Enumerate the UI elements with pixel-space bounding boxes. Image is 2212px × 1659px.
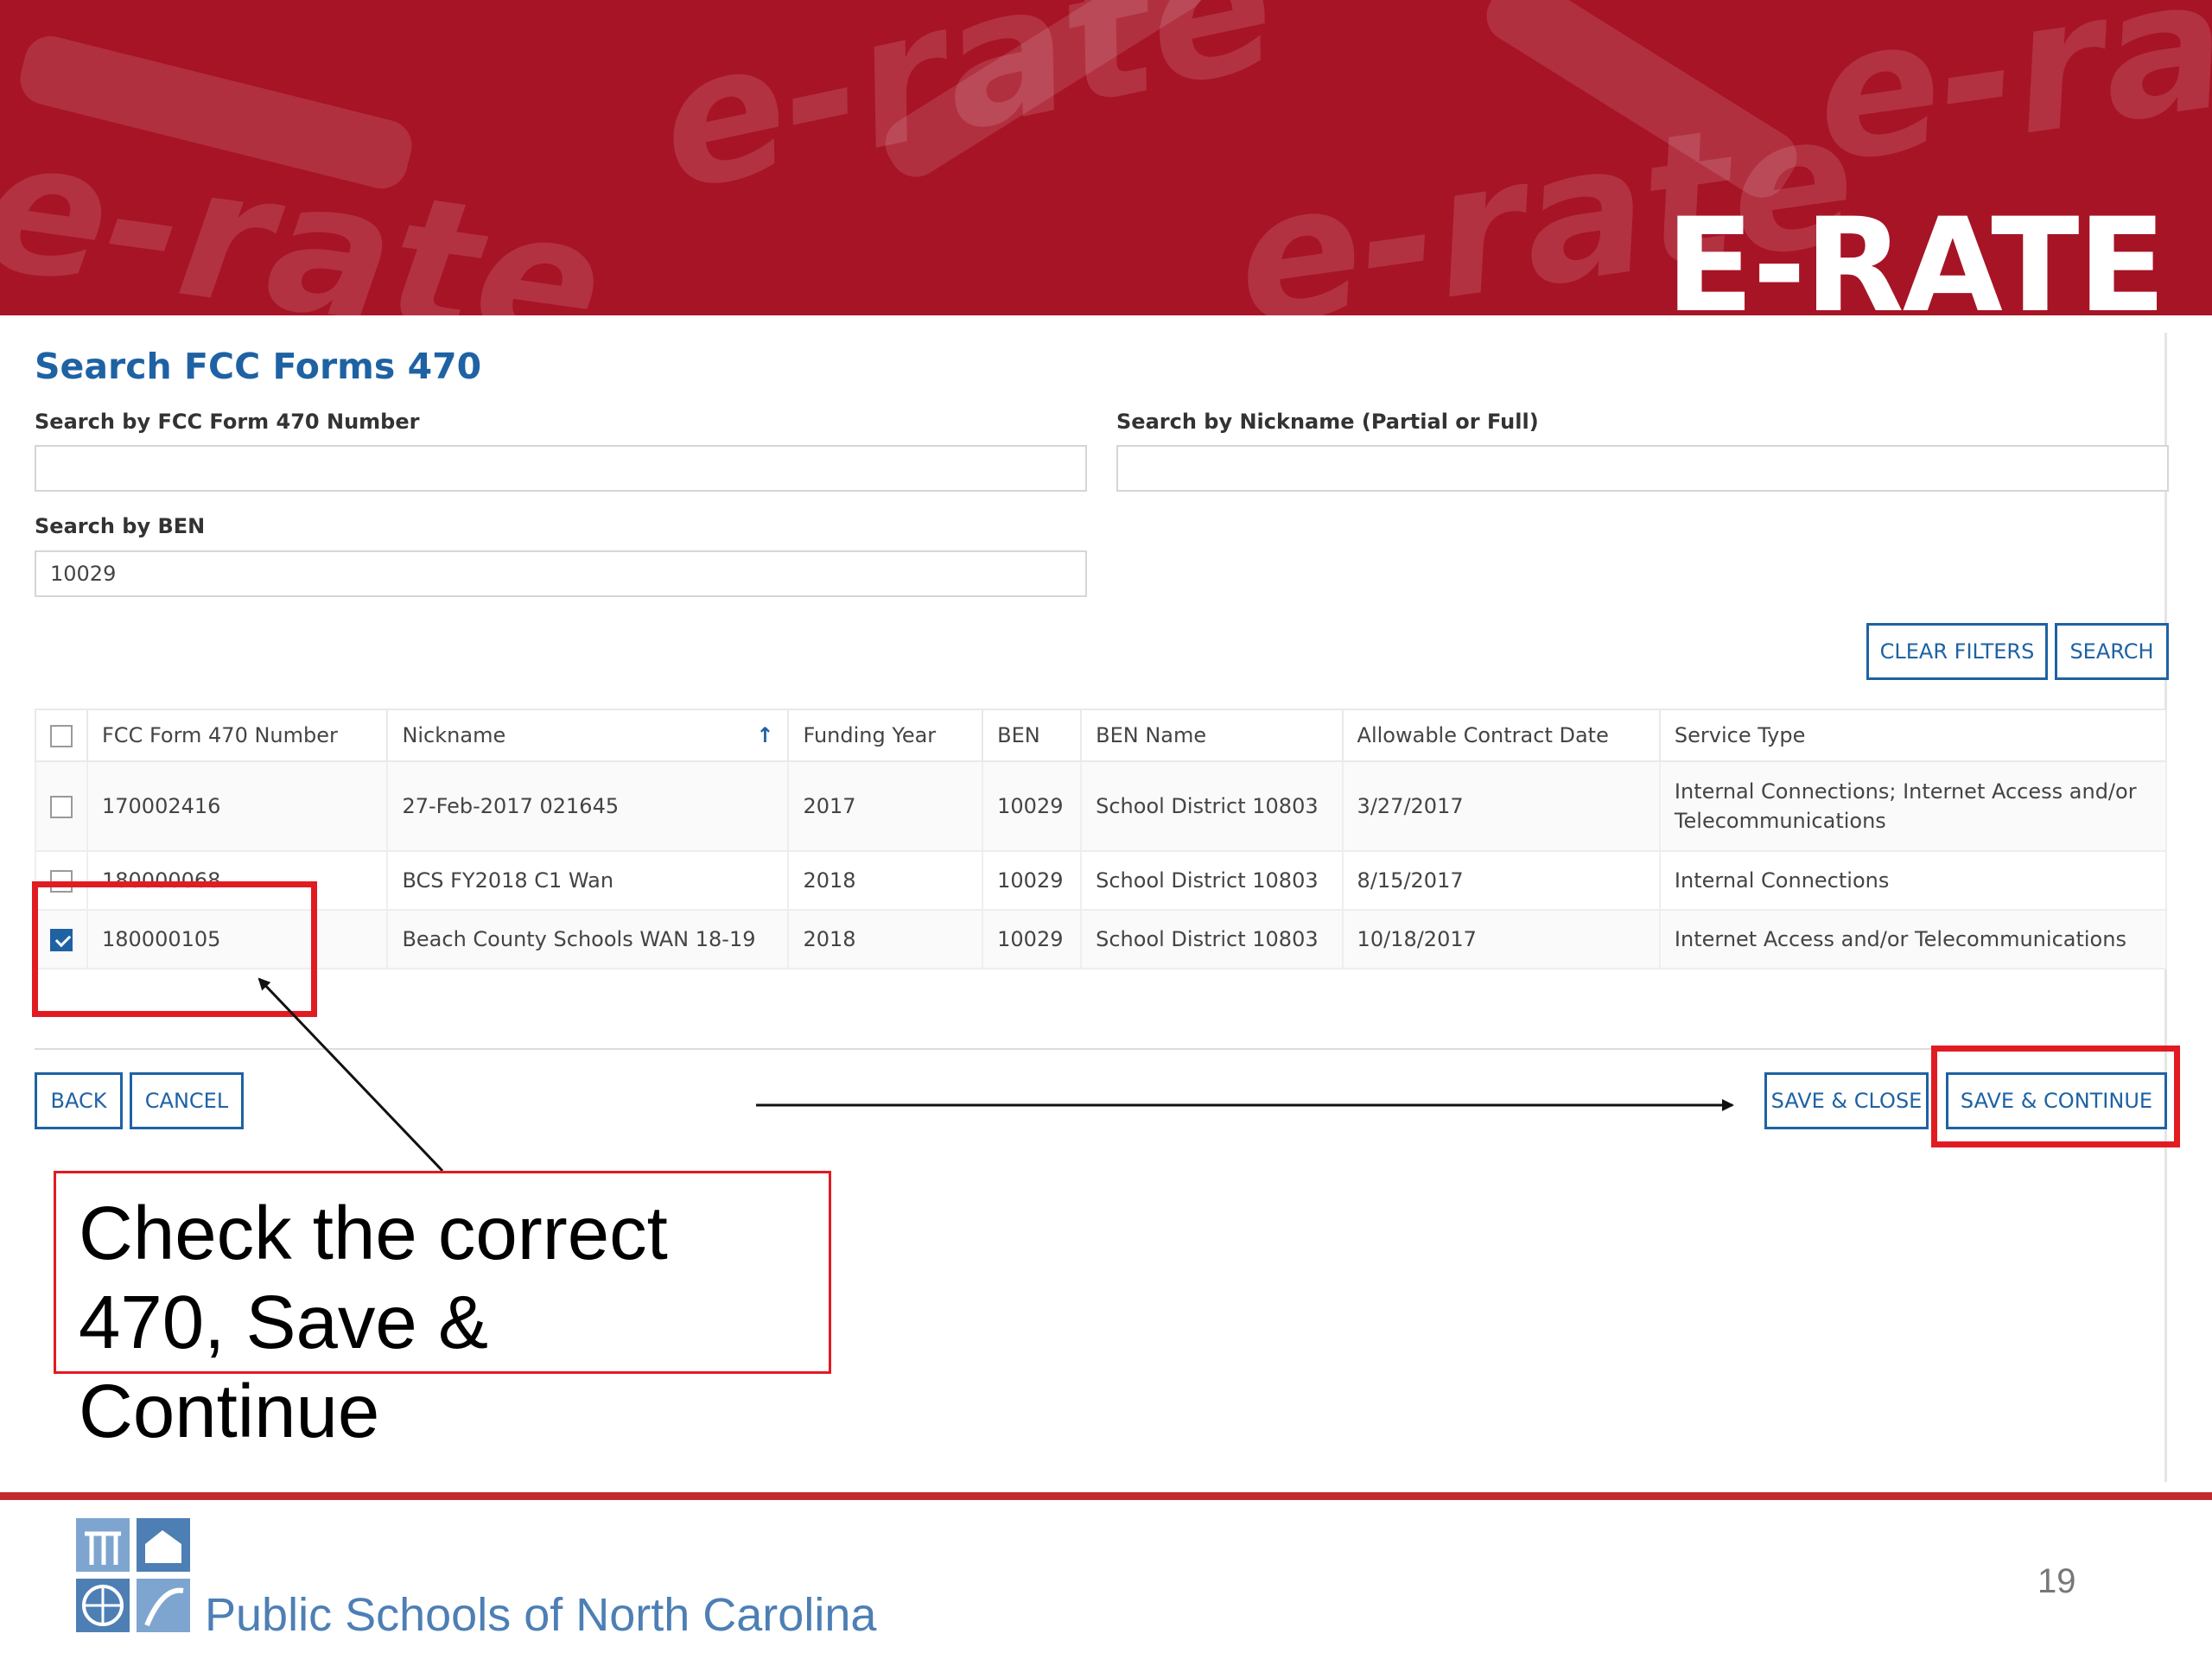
arrow-to-checkbox (257, 977, 444, 1173)
ncdpi-logo-icon (76, 1518, 190, 1632)
callout-line-1: Check the correct (79, 1192, 668, 1275)
page-number: 19 (2037, 1562, 2076, 1600)
callout-line-2: 470, Save & Continue (79, 1281, 488, 1453)
footer-rule (0, 1492, 2212, 1500)
footer-org-name: Public Schools of North Carolina (205, 1589, 877, 1641)
instruction-callout: Check the correct 470, Save & Continue (54, 1171, 831, 1453)
